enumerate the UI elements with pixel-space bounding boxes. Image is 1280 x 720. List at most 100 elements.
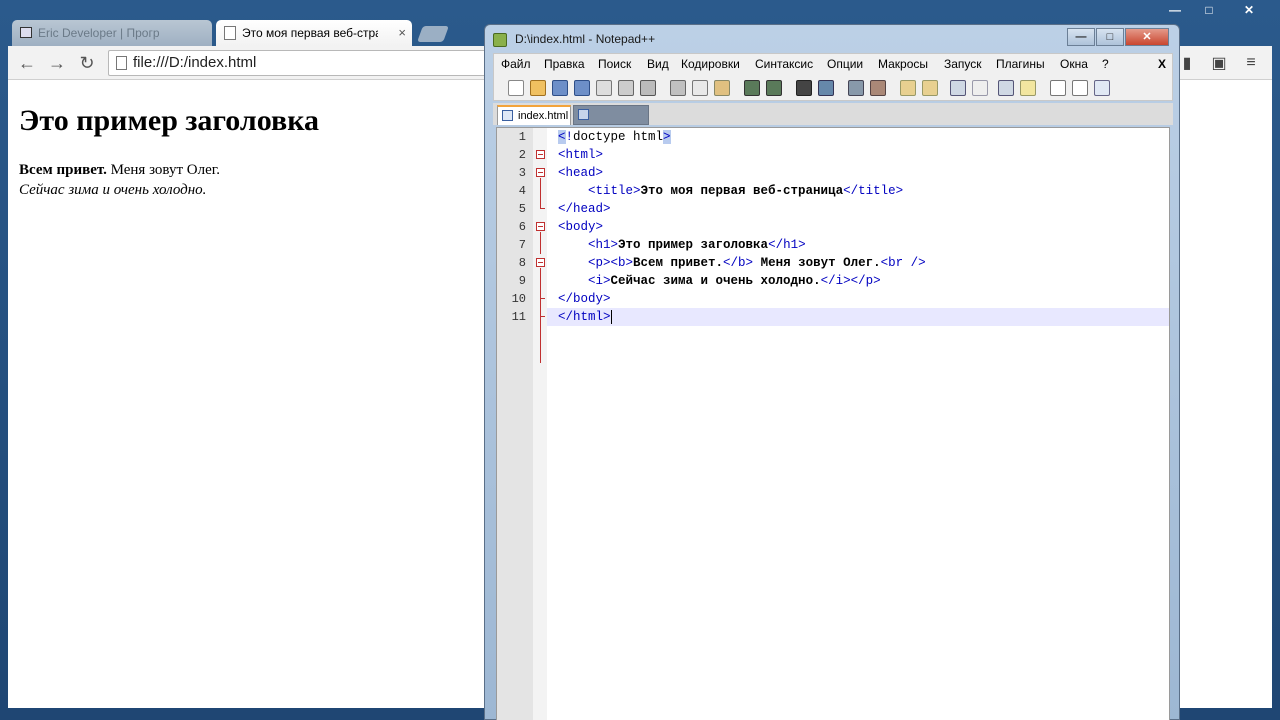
line-number: 6 <box>518 220 526 234</box>
fold-end <box>540 208 545 209</box>
page-icon <box>224 26 236 40</box>
notepadpp-icon <box>493 33 507 47</box>
menu-macros[interactable]: Макросы <box>878 57 928 71</box>
browser-tabstrip: Eric Developer | Прогр Это моя первая ве… <box>12 20 482 46</box>
menu-edit[interactable]: Правка <box>544 57 585 71</box>
notepadpp-window: D:\index.html - Notepad++ — □ ✕ Файл Пра… <box>484 24 1180 720</box>
menu-encoding[interactable]: Кодировки <box>681 57 740 71</box>
line-number: 5 <box>518 202 526 216</box>
npp-toolbar <box>493 75 1173 101</box>
window-title: D:\index.html - Notepad++ <box>515 32 656 46</box>
extension-icon[interactable]: ▣ <box>1206 50 1232 76</box>
redo-icon[interactable] <box>766 80 782 96</box>
fold-end <box>540 316 545 317</box>
sync-v-icon[interactable] <box>900 80 916 96</box>
line-number: 9 <box>518 274 526 288</box>
tab-index-html[interactable]: index.html <box>497 105 571 125</box>
new-file-icon[interactable] <box>508 80 524 96</box>
address-bar[interactable]: file:///D:/index.html <box>108 50 498 76</box>
sync-h-icon[interactable] <box>922 80 938 96</box>
forward-button[interactable]: → <box>44 51 70 75</box>
code-editor[interactable]: 1 2 3 4 5 6 7 8 9 10 11 <!doctype html> … <box>496 127 1170 720</box>
monitor-icon <box>20 27 32 38</box>
print-icon[interactable] <box>640 80 656 96</box>
line-number-gutter: 1 2 3 4 5 6 7 8 9 10 11 <box>497 128 533 720</box>
menu-run[interactable]: Запуск <box>944 57 982 71</box>
npp-tabbar: index.html <box>493 103 1173 125</box>
code-line-current: </html> <box>547 308 1169 326</box>
code-line: </head> <box>558 202 611 216</box>
show-all-chars-icon[interactable] <box>972 80 988 96</box>
browser-tab-inactive[interactable]: Eric Developer | Прогр <box>12 20 212 46</box>
paste-icon[interactable] <box>714 80 730 96</box>
line-number: 1 <box>518 130 526 144</box>
cut-icon[interactable] <box>670 80 686 96</box>
menu-file[interactable]: Файл <box>501 57 531 71</box>
menu-icon[interactable]: ≡ <box>1238 50 1264 76</box>
close-document-button[interactable]: X <box>1158 57 1166 71</box>
fold-toggle-icon[interactable] <box>536 168 545 177</box>
npp-menubar: Файл Правка Поиск Вид Кодировки Синтакси… <box>493 53 1173 75</box>
code-line: <html> <box>558 148 604 162</box>
save-all-icon[interactable] <box>574 80 590 96</box>
tab-title: Eric Developer | Прогр <box>38 26 160 40</box>
file-icon <box>502 110 513 121</box>
zoom-in-icon[interactable] <box>848 80 864 96</box>
doc-map-icon[interactable] <box>1020 80 1036 96</box>
menu-help[interactable]: ? <box>1102 57 1109 71</box>
replace-icon[interactable] <box>818 80 834 96</box>
menu-windows[interactable]: Окна <box>1060 57 1088 71</box>
menu-options[interactable]: Опции <box>827 57 863 71</box>
paragraph: Всем привет. Меня зовут Олег. <box>19 162 220 179</box>
close-file-icon[interactable] <box>596 80 612 96</box>
save-icon[interactable] <box>552 80 568 96</box>
stop-macro-icon[interactable] <box>1072 80 1088 96</box>
tab-second-file[interactable] <box>573 105 649 125</box>
menu-search[interactable]: Поиск <box>598 57 631 71</box>
zoom-out-icon[interactable] <box>870 80 886 96</box>
text-caret <box>610 309 612 324</box>
undo-icon[interactable] <box>744 80 760 96</box>
line-number: 3 <box>518 166 526 180</box>
menu-view[interactable]: Вид <box>647 57 669 71</box>
npp-window-controls: — □ ✕ <box>1066 28 1169 46</box>
minimize-button[interactable]: — <box>1067 28 1095 46</box>
play-macro-icon[interactable] <box>1094 80 1110 96</box>
close-tab-icon[interactable]: × <box>398 20 406 46</box>
record-macro-icon[interactable] <box>1050 80 1066 96</box>
word-wrap-icon[interactable] <box>950 80 966 96</box>
code-line: <i>Сейчас зима и очень холодно.</i></p> <box>588 274 881 288</box>
browser-tab-active[interactable]: Это моя первая веб-стран × <box>216 20 412 46</box>
maximize-button[interactable]: □ <box>1192 0 1226 20</box>
find-icon[interactable] <box>796 80 812 96</box>
code-line: <body> <box>558 220 604 234</box>
maximize-button[interactable]: □ <box>1096 28 1124 46</box>
fold-toggle-icon[interactable] <box>536 222 545 231</box>
close-button[interactable]: ✕ <box>1226 0 1272 20</box>
fold-end <box>540 298 545 299</box>
page-icon <box>116 56 127 70</box>
fold-toggle-icon[interactable] <box>536 258 545 267</box>
npp-titlebar[interactable]: D:\index.html - Notepad++ — □ ✕ <box>493 27 1173 51</box>
fold-margin <box>533 128 547 720</box>
open-file-icon[interactable] <box>530 80 546 96</box>
code-area[interactable]: <!doctype html> <html> <head> <title>Это… <box>547 128 1169 720</box>
code-line: <h1>Это пример заголовка</h1> <box>588 238 806 252</box>
copy-icon[interactable] <box>692 80 708 96</box>
fold-toggle-icon[interactable] <box>536 150 545 159</box>
browser-extensions: ▮ ▣ ≡ <box>1174 50 1264 76</box>
back-button[interactable]: ← <box>14 51 40 75</box>
fold-line <box>540 232 541 254</box>
indent-guide-icon[interactable] <box>998 80 1014 96</box>
menu-syntax[interactable]: Синтаксис <box>755 57 813 71</box>
url-text: file:///D:/index.html <box>133 54 257 71</box>
close-all-icon[interactable] <box>618 80 634 96</box>
menu-plugins[interactable]: Плагины <box>996 57 1045 71</box>
close-button[interactable]: ✕ <box>1125 28 1169 46</box>
new-tab-button[interactable] <box>417 26 449 42</box>
tab-label: index.html <box>518 110 569 122</box>
minimize-button[interactable]: — <box>1158 0 1192 20</box>
reload-button[interactable]: ↻ <box>74 51 100 75</box>
code-line: <head> <box>558 166 604 180</box>
italic-text: Сейчас зима и очень холодно. <box>19 182 207 198</box>
